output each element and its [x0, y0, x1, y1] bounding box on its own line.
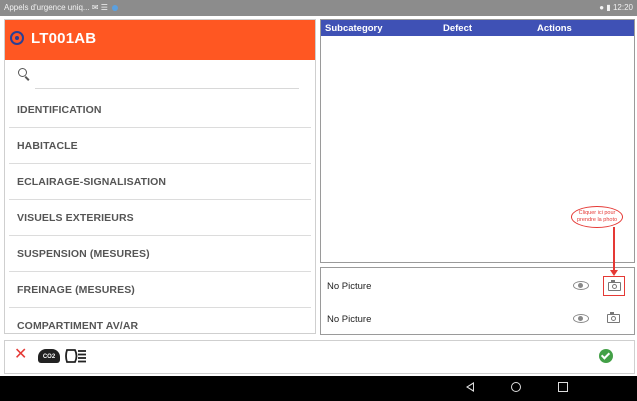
- annotation-arrow: [613, 227, 615, 271]
- camera-icon: [607, 312, 620, 323]
- back-icon[interactable]: [466, 382, 474, 392]
- eye-icon[interactable]: [573, 281, 589, 290]
- picture-panel: No Picture No Picture: [320, 267, 635, 335]
- check-icon[interactable]: [599, 349, 613, 363]
- category-label: SUSPENSION (MESURES): [17, 248, 150, 260]
- menu-icon: ☰: [100, 3, 108, 12]
- table-header: Subcategory Defect Actions: [321, 20, 634, 36]
- bottom-toolbar: ✕ CO2: [4, 340, 635, 374]
- picture-row: No Picture: [321, 268, 634, 301]
- close-icon[interactable]: ✕: [14, 347, 27, 363]
- search-input[interactable]: [35, 66, 299, 89]
- home-icon[interactable]: [511, 382, 521, 392]
- record-icon[interactable]: [10, 31, 24, 45]
- category-item-identification[interactable]: IDENTIFICATION: [9, 92, 311, 128]
- eye-icon[interactable]: [573, 314, 589, 323]
- camera-icon: [608, 280, 621, 291]
- category-panel: LT001AB IDENTIFICATION HABITACLE ECLAIRA…: [4, 19, 316, 334]
- annotation-callout: Cliquer ici pour prendre la photo: [571, 206, 623, 228]
- camera-button[interactable]: [603, 309, 625, 329]
- category-item-freinage[interactable]: FREINAGE (MESURES): [9, 272, 311, 308]
- category-item-suspension[interactable]: SUSPENSION (MESURES): [9, 236, 311, 272]
- system-indicators: ● ▮ 12:20: [599, 3, 633, 12]
- search-icon: [18, 68, 27, 77]
- picture-status: No Picture: [327, 281, 372, 292]
- camera-button[interactable]: [603, 276, 625, 296]
- picture-status: No Picture: [327, 314, 372, 325]
- category-label: HABITACLE: [17, 140, 78, 152]
- category-label: ECLAIRAGE-SIGNALISATION: [17, 176, 167, 188]
- co2-cloud-icon[interactable]: CO2: [38, 349, 60, 363]
- search-bar: [5, 60, 315, 92]
- headlight-icon[interactable]: [65, 347, 87, 365]
- annotation-arrow-head: [610, 270, 618, 276]
- notification-area: Appels d'urgence uniq... ✉ ☰: [4, 3, 119, 12]
- vehicle-plate: LT001AB: [31, 30, 97, 47]
- vehicle-header: LT001AB: [5, 20, 315, 60]
- column-header-actions: Actions: [537, 23, 572, 34]
- category-item-habitacle[interactable]: HABITACLE: [9, 128, 311, 164]
- recent-apps-icon[interactable]: [558, 382, 568, 392]
- status-time: 12:20: [612, 3, 633, 12]
- notification-text: Appels d'urgence uniq...: [4, 3, 90, 12]
- category-label: VISUELS EXTERIEURS: [17, 212, 134, 224]
- column-header-defect: Defect: [443, 23, 473, 34]
- app-icon: [112, 4, 119, 11]
- category-item-compartiment[interactable]: COMPARTIMENT AV/AR: [9, 308, 311, 333]
- mail-icon: ✉: [91, 3, 99, 12]
- column-header-subcategory: Subcategory: [325, 23, 383, 34]
- category-list: IDENTIFICATION HABITACLE ECLAIRAGE-SIGNA…: [5, 92, 315, 333]
- navigation-bar: [0, 376, 637, 401]
- category-label: FREINAGE (MESURES): [17, 284, 135, 296]
- status-bar: Appels d'urgence uniq... ✉ ☰ ● ▮ 12:20: [0, 0, 637, 16]
- wifi-icon: ●: [599, 3, 605, 12]
- category-label: COMPARTIMENT AV/AR: [17, 320, 139, 332]
- battery-icon: ▮: [606, 3, 611, 12]
- picture-row: No Picture: [321, 301, 634, 334]
- category-item-visuels[interactable]: VISUELS EXTERIEURS: [9, 200, 311, 236]
- category-item-eclairage[interactable]: ECLAIRAGE-SIGNALISATION: [9, 164, 311, 200]
- category-label: IDENTIFICATION: [17, 104, 102, 116]
